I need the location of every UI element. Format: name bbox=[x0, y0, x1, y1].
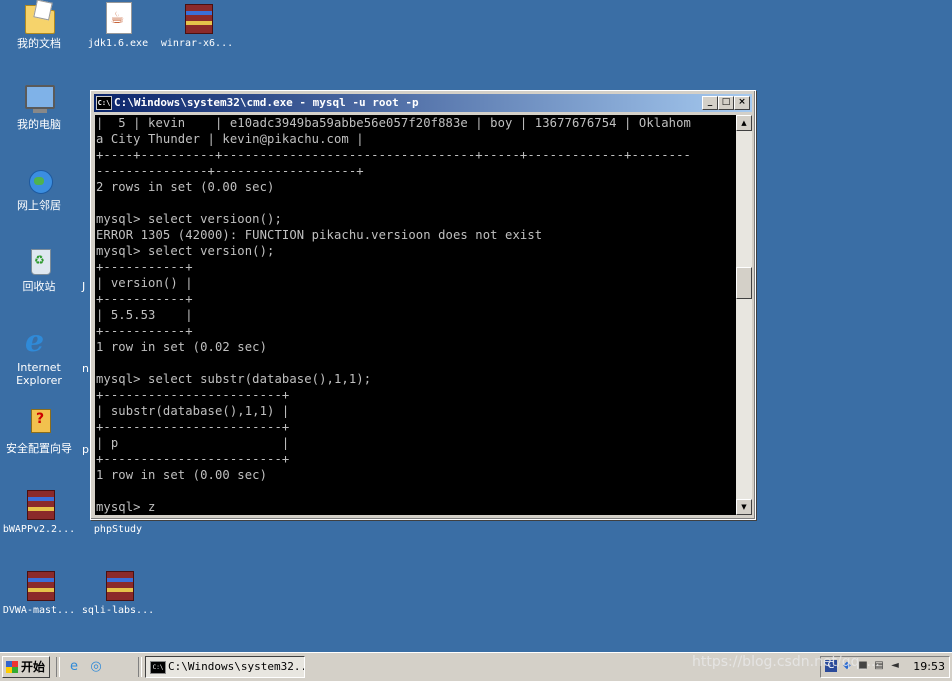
desktop-icon-bwapp[interactable]: bWAPPv2.2... bbox=[0, 488, 78, 536]
folder-icon bbox=[23, 0, 55, 34]
console-output[interactable]: | 5 | kevin | e10adc3949ba59abbe56e057f2… bbox=[95, 115, 736, 515]
desktop-icon-my-documents[interactable]: 我的文档 bbox=[0, 0, 78, 50]
console-line: ---------------+-------------------+ bbox=[96, 164, 364, 178]
console-line: +------------------------+ bbox=[96, 452, 290, 466]
window-titlebar[interactable]: C:\ C:\Windows\system32\cmd.exe - mysql … bbox=[94, 94, 752, 112]
desktop-icon-jdk[interactable]: jdk1.6.exe bbox=[79, 2, 157, 50]
console-line: +-----------+ bbox=[96, 292, 193, 306]
taskbar-separator bbox=[138, 657, 142, 677]
desktop-icon-my-computer[interactable]: 我的电脑 bbox=[0, 83, 78, 131]
console-line: | 5 | kevin | e10adc3949ba59abbe56e057f2… bbox=[96, 116, 691, 130]
taskbar-clock[interactable]: 19:53 bbox=[913, 657, 945, 677]
desktop-icon-security-wizard[interactable]: 安全配置向导 bbox=[0, 407, 78, 455]
computer-icon bbox=[23, 83, 55, 115]
console-line: +-----------+ bbox=[96, 260, 193, 274]
start-button[interactable]: 开始 bbox=[2, 656, 50, 678]
console-line: 1 row in set (0.00 sec) bbox=[96, 468, 268, 482]
partial-label-p: p bbox=[82, 443, 89, 456]
recycle-bin-icon bbox=[23, 245, 55, 277]
desktop-icon-winrar[interactable]: winrar-x6... bbox=[158, 2, 236, 50]
maximize-button[interactable]: □ bbox=[718, 96, 734, 110]
vertical-scrollbar[interactable]: ▲ ▼ bbox=[736, 115, 752, 515]
taskbar-button-cmd[interactable]: C:\ C:\Windows\system32... bbox=[145, 656, 305, 678]
console-line: +------------------------+ bbox=[96, 420, 290, 434]
tray-volume-icon[interactable]: ◄ bbox=[889, 660, 901, 672]
ie-quicklaunch-icon[interactable]: e bbox=[66, 659, 82, 675]
minimize-button[interactable]: _ bbox=[702, 96, 718, 110]
desktop-icon-dvwa[interactable]: DVWA-mast... bbox=[0, 569, 78, 617]
java-icon bbox=[102, 2, 134, 34]
console-line: | version() | bbox=[96, 276, 193, 290]
browser-quicklaunch-icon[interactable]: ◎ bbox=[88, 659, 104, 675]
console-text: | 5 | kevin | e10adc3949ba59abbe56e057f2… bbox=[95, 115, 736, 515]
scroll-down-arrow-icon[interactable]: ▼ bbox=[736, 499, 752, 515]
partial-label-n: n bbox=[82, 362, 89, 375]
console-line: mysql> select substr(database(),1,1); bbox=[96, 372, 372, 386]
console-line: | p | bbox=[96, 436, 290, 450]
scroll-up-arrow-icon[interactable]: ▲ bbox=[736, 115, 752, 131]
ie-icon: e bbox=[25, 324, 45, 359]
console-line: 1 row in set (0.02 sec) bbox=[96, 340, 268, 354]
winrar-icon bbox=[23, 569, 55, 601]
partial-label-j: J bbox=[82, 280, 86, 293]
console-line: mysql> z bbox=[96, 500, 156, 514]
taskbar-separator bbox=[56, 657, 60, 677]
console-line: +-----------+ bbox=[96, 324, 193, 338]
console-line: +------------------------+ bbox=[96, 388, 290, 402]
console-line: | 5.5.53 | bbox=[96, 308, 193, 322]
window-title: C:\Windows\system32\cmd.exe - mysql -u r… bbox=[114, 96, 419, 109]
winrar-icon bbox=[102, 569, 134, 601]
desktop-icon-recycle-bin[interactable]: 回收站 bbox=[0, 245, 78, 293]
winrar-icon bbox=[23, 488, 55, 520]
cmd-window[interactable]: C:\ C:\Windows\system32\cmd.exe - mysql … bbox=[90, 90, 756, 520]
desktop-icon-ie[interactable]: e Internet Explorer bbox=[0, 324, 78, 388]
console-line: | substr(database(),1,1) | bbox=[96, 404, 290, 418]
console-line: a City Thunder | kevin@pikachu.com | bbox=[96, 132, 364, 146]
scroll-thumb[interactable] bbox=[736, 267, 752, 299]
windows-flag-icon bbox=[6, 661, 18, 673]
wizard-icon bbox=[23, 407, 55, 439]
close-button[interactable]: × bbox=[734, 96, 750, 110]
console-line: mysql> select version(); bbox=[96, 244, 275, 258]
network-icon bbox=[23, 164, 55, 196]
desktop-icon-sqli-labs[interactable]: sqli-labs... bbox=[79, 569, 157, 617]
console-line: mysql> select versioon(); bbox=[96, 212, 282, 226]
cmd-icon: C:\ bbox=[150, 661, 166, 674]
console-line: ERROR 1305 (42000): FUNCTION pikachu.ver… bbox=[96, 228, 543, 242]
cmd-icon: C:\ bbox=[96, 96, 112, 110]
desktop-icon-network[interactable]: 网上邻居 bbox=[0, 164, 78, 212]
watermark-text: https://blog.csdn.net/qq_... bbox=[692, 654, 880, 670]
console-line: +----+----------+-----------------------… bbox=[96, 148, 691, 162]
winrar-icon bbox=[181, 2, 213, 34]
console-line: 2 rows in set (0.00 sec) bbox=[96, 180, 275, 194]
